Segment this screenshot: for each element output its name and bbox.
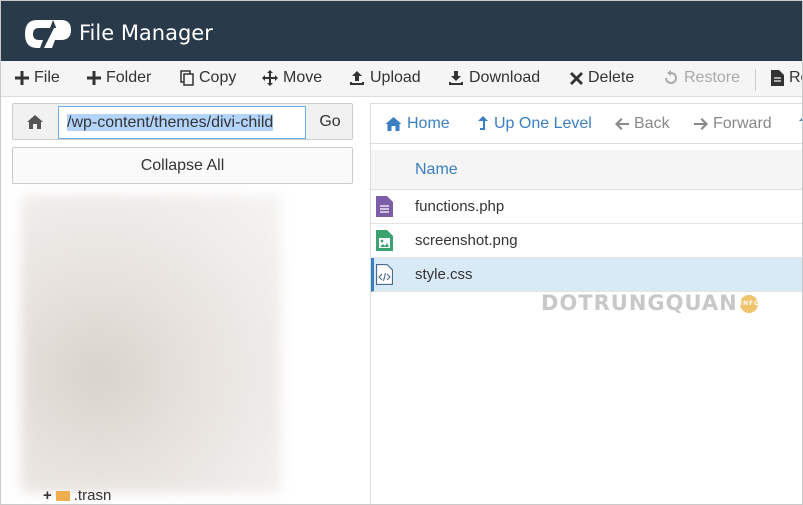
app-header: File Manager bbox=[1, 1, 802, 61]
new-folder-label: Folder bbox=[106, 69, 152, 86]
copy-icon bbox=[180, 70, 194, 86]
path-input-value: /wp-content/themes/divi-child bbox=[67, 114, 274, 131]
more-icon bbox=[799, 118, 802, 121]
copy-label: Copy bbox=[199, 69, 237, 86]
arrow-left-icon bbox=[615, 118, 629, 130]
plus-icon bbox=[87, 71, 101, 85]
path-home-button[interactable] bbox=[13, 104, 57, 139]
home-icon bbox=[385, 117, 402, 131]
table-row-selected[interactable]: style.css bbox=[371, 258, 802, 292]
move-button[interactable]: Move bbox=[262, 69, 322, 87]
column-header-name[interactable]: Name bbox=[415, 161, 458, 179]
file-table: Name functions.php screenshot.png style.… bbox=[371, 150, 802, 292]
app-title: File Manager bbox=[79, 21, 213, 45]
main-toolbar: File Folder Copy Move Upload Download De… bbox=[1, 61, 802, 97]
cpanel-logo-icon bbox=[25, 20, 71, 48]
path-bar: /wp-content/themes/divi-child Go bbox=[12, 103, 353, 140]
up-one-level-label: Up One Level bbox=[494, 115, 592, 132]
collapse-all-button[interactable]: Collapse All bbox=[12, 147, 353, 184]
watermark-text: DOTRUNGQUAN bbox=[541, 291, 738, 315]
tree-expand-icon[interactable]: + bbox=[43, 487, 52, 504]
upload-label: Upload bbox=[370, 69, 421, 86]
move-arrows-icon bbox=[262, 70, 278, 86]
image-file-icon bbox=[376, 230, 393, 251]
new-file-button[interactable]: File bbox=[15, 69, 60, 87]
up-one-level-button[interactable]: Up One Level bbox=[477, 115, 592, 133]
file-name: screenshot.png bbox=[415, 232, 518, 249]
watermark: DOTRUNGQUAN INFO bbox=[541, 291, 759, 315]
restore-icon bbox=[665, 70, 677, 84]
download-icon bbox=[449, 71, 463, 85]
path-input[interactable]: /wp-content/themes/divi-child bbox=[58, 106, 306, 139]
forward-button[interactable]: Forward bbox=[694, 115, 772, 133]
plus-icon bbox=[15, 71, 29, 85]
rename-button[interactable]: Re bbox=[771, 69, 802, 87]
table-header: Name bbox=[371, 150, 802, 190]
toolbar-divider bbox=[755, 69, 756, 91]
delete-label: Delete bbox=[588, 69, 635, 86]
text-file-icon bbox=[376, 196, 393, 217]
rename-label: Re bbox=[789, 69, 802, 86]
table-row[interactable]: screenshot.png bbox=[371, 224, 802, 258]
tree-item-label: .trasn bbox=[73, 487, 112, 504]
copy-button[interactable]: Copy bbox=[180, 69, 236, 87]
new-folder-button[interactable]: Folder bbox=[87, 69, 151, 87]
upload-button[interactable]: Upload bbox=[349, 69, 421, 87]
nav-home-button[interactable]: Home bbox=[385, 115, 450, 133]
nav-home-label: Home bbox=[407, 115, 450, 132]
back-button[interactable]: Back bbox=[615, 115, 670, 133]
go-button[interactable]: Go bbox=[308, 104, 352, 139]
move-label: Move bbox=[283, 69, 323, 86]
new-file-label: File bbox=[34, 69, 60, 86]
download-label: Download bbox=[469, 69, 541, 86]
watermark-badge: INFO bbox=[739, 295, 759, 313]
navigation-bar: Home Up One Level Back Forward bbox=[371, 104, 802, 144]
document-icon bbox=[771, 70, 784, 86]
home-icon bbox=[27, 114, 43, 129]
restore-label: Restore bbox=[684, 69, 741, 86]
delete-button[interactable]: Delete bbox=[570, 69, 634, 87]
tree-item-trash[interactable]: + .trasn bbox=[43, 487, 111, 504]
folder-icon bbox=[55, 490, 70, 501]
file-name: style.css bbox=[415, 266, 473, 283]
directory-tree-blurred bbox=[21, 195, 281, 493]
back-label: Back bbox=[634, 115, 670, 132]
nav-more-button[interactable] bbox=[799, 115, 802, 129]
x-icon bbox=[570, 71, 583, 85]
table-row[interactable]: functions.php bbox=[371, 190, 802, 224]
file-manager-window: File Manager File Folder Copy Move Uploa… bbox=[0, 0, 803, 505]
forward-label: Forward bbox=[713, 115, 772, 132]
download-button[interactable]: Download bbox=[448, 69, 540, 87]
code-file-icon bbox=[376, 264, 393, 285]
upload-icon bbox=[350, 71, 364, 85]
restore-button[interactable]: Restore bbox=[663, 69, 740, 87]
level-up-icon bbox=[478, 116, 488, 130]
file-name: functions.php bbox=[415, 198, 505, 215]
arrow-right-icon bbox=[694, 118, 708, 130]
